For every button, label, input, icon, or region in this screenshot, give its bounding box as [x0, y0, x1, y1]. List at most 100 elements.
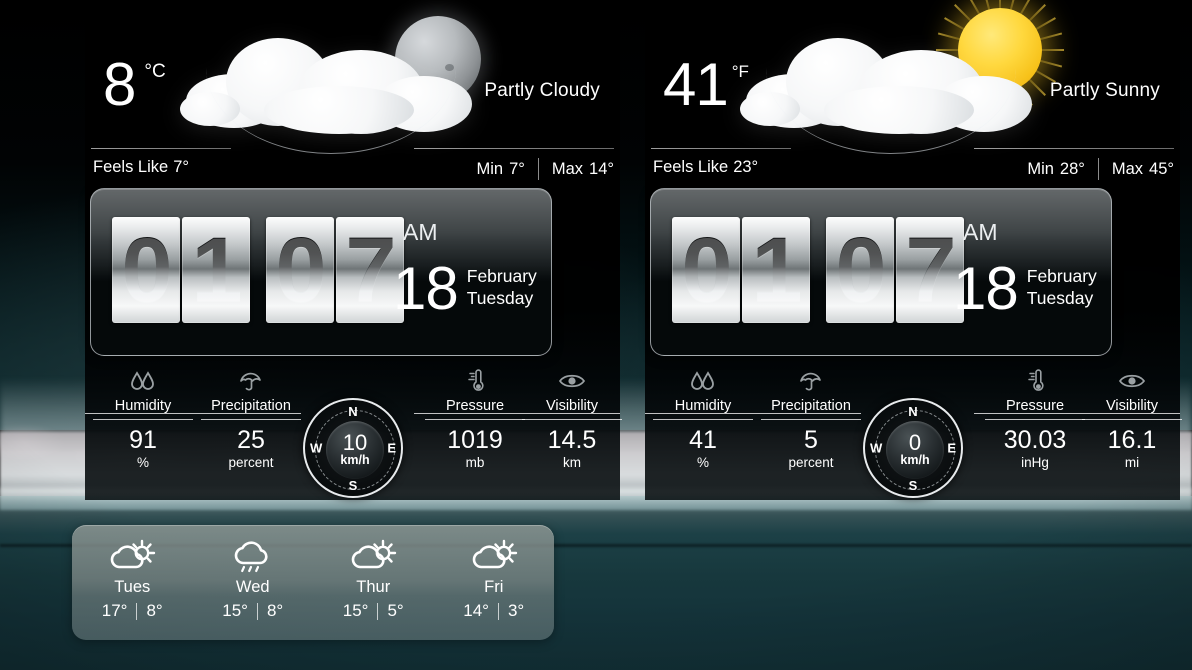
feels-like: Feels Like 23°: [653, 158, 758, 177]
forecast-day-name: Wed: [235, 578, 270, 596]
stat-visibility[interactable]: Visibility 14.5 km: [522, 366, 622, 470]
sun-cloud-icon: [72, 534, 193, 576]
compass-globe: 10 km/h: [326, 421, 384, 479]
forecast-day-name: Thur: [356, 578, 391, 596]
stat-unit: percent: [228, 455, 274, 470]
stat-visibility[interactable]: Visibility 16.1 mi: [1082, 366, 1182, 470]
min-label: Min: [1027, 159, 1054, 178]
stat-value: 30.03: [1003, 426, 1067, 454]
panel-header: 8 °C Partly Cloudy: [85, 0, 620, 154]
feels-like: Feels Like 7°: [93, 158, 189, 177]
min-label: Min: [476, 159, 504, 178]
eye-icon: [522, 366, 622, 396]
clock-hours: 0 1: [672, 217, 812, 323]
stat-unit: %: [136, 455, 149, 470]
current-temperature: 41 °F: [663, 55, 749, 115]
date-day-number: 18: [953, 255, 1019, 322]
stat-humidity[interactable]: Humidity 41 %: [653, 366, 753, 470]
wind-compass[interactable]: N S W E 0 km/h: [863, 398, 963, 498]
date-month: February: [1026, 266, 1097, 286]
stat-pressure[interactable]: Pressure 1019 mb: [425, 366, 525, 470]
clock-minutes: 0 7: [826, 217, 966, 323]
clock-meridiem: AM: [963, 219, 998, 245]
max-label: Max: [551, 159, 584, 178]
stat-label: Humidity: [114, 398, 172, 414]
clock-digit: 0: [266, 217, 334, 323]
stat-value: 1019: [447, 426, 503, 454]
forecast-low: 8°: [266, 601, 284, 620]
weather-panel-fahrenheit[interactable]: 41 °F Partly Sunny Feels Like 23° Min 28…: [645, 0, 1182, 500]
compass-west: W: [870, 440, 883, 456]
compass-north: N: [908, 404, 918, 419]
meta-rule-left: [651, 148, 791, 149]
droplets-icon: [93, 366, 193, 396]
min-value: 7°: [509, 159, 525, 178]
sun-cloud-icon: [313, 534, 434, 576]
condition-text: Partly Sunny: [1049, 80, 1160, 101]
wind-speed-unit: km/h: [900, 453, 930, 467]
flip-clock[interactable]: 0 1 0 7 AM 18 February Tuesday: [90, 188, 552, 356]
stat-value: 5: [804, 426, 818, 454]
flip-clock[interactable]: 0 1 0 7 AM 18 February Tuesday: [650, 188, 1112, 356]
meta-rule-right: [974, 148, 1174, 149]
panel-meta-row: Feels Like 7° Min 7° Max 14°: [85, 148, 620, 192]
wind-compass[interactable]: N S W E 10 km/h: [303, 398, 403, 498]
forecast-temps: 15° 8°: [193, 601, 314, 621]
clock-digits: 0 1 0 7: [672, 217, 966, 323]
meta-rule-right: [414, 148, 614, 149]
meta-rule-left: [91, 148, 231, 149]
clock-digit-text: 1: [182, 217, 250, 323]
feels-like-label: Feels Like: [93, 158, 169, 176]
stat-label: Humidity: [674, 398, 732, 414]
stat-label: Visibility: [545, 398, 599, 414]
forecast-high: 17°: [101, 601, 128, 620]
thermometer-icon: [425, 366, 525, 396]
forecast-high: 15°: [342, 601, 369, 620]
stat-pressure[interactable]: Pressure 30.03 inHg: [985, 366, 1085, 470]
compass-east: E: [947, 440, 956, 456]
droplets-icon: [653, 366, 753, 396]
forecast-day[interactable]: Wed 15° 8°: [193, 525, 314, 640]
compass-south: S: [908, 478, 918, 493]
weather-panel-celsius[interactable]: 8 °C Partly Cloudy Feels Like 7° Min 7° …: [85, 0, 622, 500]
stat-humidity[interactable]: Humidity 91 %: [93, 366, 193, 470]
forecast-day-name: Fri: [484, 578, 504, 596]
forecast-low: 8°: [146, 601, 163, 620]
date-month: February: [466, 266, 537, 286]
stat-value: 41: [689, 426, 717, 454]
stat-rule: [522, 419, 622, 420]
stat-label: Pressure: [445, 398, 505, 414]
condition-text: Partly Cloudy: [484, 80, 600, 101]
min-max: Min 7° Max 14°: [476, 158, 614, 180]
umbrella-icon: [761, 366, 861, 396]
stats-row: Humidity 41 % Precipitation 5 percent N …: [645, 366, 1182, 498]
stat-precipitation[interactable]: Precipitation 25 percent: [201, 366, 301, 470]
stat-unit: percent: [788, 455, 834, 470]
feels-like-label: Feels Like: [653, 158, 729, 176]
forecast-day[interactable]: Tues 17° 8°: [72, 525, 193, 640]
clock-meridiem: AM: [403, 219, 438, 245]
umbrella-icon: [201, 366, 301, 396]
forecast-day[interactable]: Thur 15° 5°: [313, 525, 434, 640]
forecast-day[interactable]: Fri 14° 3°: [434, 525, 555, 640]
stat-value: 25: [237, 426, 265, 454]
clock-hours: 0 1: [112, 217, 252, 323]
forecast-high: 14°: [463, 601, 489, 620]
stats-row: Humidity 91 % Precipitation 25 percent N…: [85, 366, 622, 498]
forecast-low: 5°: [387, 601, 404, 620]
current-temperature: 8 °C: [103, 55, 166, 115]
compass-globe: 0 km/h: [886, 421, 944, 479]
max-value: 14°: [589, 159, 614, 178]
date-weekday: Tuesday: [1026, 288, 1094, 308]
compass-east: E: [387, 440, 396, 456]
min-max-divider: [537, 158, 539, 180]
wind-speed-value: 10: [342, 430, 368, 455]
compass-north: N: [348, 404, 358, 419]
max-value: 45°: [1149, 159, 1174, 178]
forecast-bar[interactable]: Tues 17° 8° Wed 15° 8° Thur 15° 5° Fri 1…: [72, 525, 554, 640]
min-max-divider: [1097, 158, 1099, 180]
clock-digit-text: 0: [672, 217, 740, 323]
stat-rule: [93, 419, 193, 420]
panel-header: 41 °F Partly Sunny: [645, 0, 1180, 154]
stat-precipitation[interactable]: Precipitation 5 percent: [761, 366, 861, 470]
